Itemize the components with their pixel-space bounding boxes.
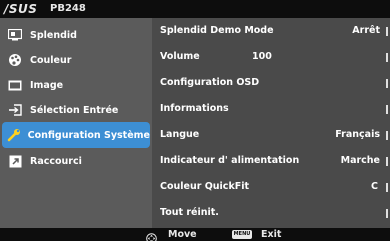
setting-row-tout-reinit[interactable]: Tout réinit. [152,202,390,226]
setting-label: Informations [160,103,229,114]
bottom-bar: Move MENU Exit [0,228,390,241]
move-label: Move [168,229,197,240]
setting-label: Volume [160,51,200,62]
chevron-right-icon [386,209,388,218]
title-bar: /SUS PB248 [0,0,390,18]
sidebar-item-raccourci[interactable]: Raccourci [2,148,150,174]
image-icon [6,76,24,94]
setting-label: Langue [160,129,200,140]
sidebar: Splendid Couleur Image Sélection Entrée [0,18,152,228]
menu-key-icon: MENU [232,230,252,239]
setting-row-couleur-quickfit[interactable]: Couleur QuickFit C [152,176,390,200]
sidebar-item-label: Image [30,79,64,91]
settings-panel: Splendid Demo Mode Arrêt Volume 100 Conf… [152,18,390,228]
setting-row-configuration-osd[interactable]: Configuration OSD [152,72,390,96]
setting-value: C [371,181,378,192]
setting-row-informations[interactable]: Informations [152,98,390,122]
chevron-right-icon [386,131,388,140]
setting-row-indicateur-alimentation[interactable]: Indicateur d' alimentation Marche [152,150,390,174]
setting-row-volume[interactable]: Volume 100 [152,46,390,70]
wrench-icon [6,126,22,144]
setting-row-splendid-demo-mode[interactable]: Splendid Demo Mode Arrêt [152,20,390,44]
setting-label: Configuration OSD [160,77,260,88]
sidebar-item-label: Couleur [30,54,72,66]
asus-logo: /SUS [4,2,38,16]
setting-label: Indicateur d' alimentation [160,155,300,166]
setting-row-langue[interactable]: Langue Français [152,124,390,148]
setting-value: 100 [252,51,272,62]
joystick-icon [146,229,157,241]
sidebar-item-label: Splendid [30,29,77,41]
sidebar-item-couleur[interactable]: Couleur [2,47,150,73]
setting-value: Marche [340,155,380,166]
sidebar-item-label: Raccourci [30,155,82,167]
sidebar-item-selection-entree[interactable]: Sélection Entrée [2,97,150,123]
setting-value: Arrêt [352,25,380,36]
splendid-icon [6,26,24,44]
chevron-right-icon [386,79,388,88]
setting-label: Couleur QuickFit [160,181,250,192]
shortcut-icon [6,152,24,170]
palette-icon [6,51,24,69]
osd-menu: /SUS PB248 Splendid Couleur Image Sélect… [0,0,390,241]
chevron-right-icon [386,105,388,114]
setting-value: Français [335,129,380,140]
chevron-right-icon [386,27,388,36]
exit-label: Exit [261,229,282,240]
chevron-right-icon [386,183,388,192]
sidebar-item-image[interactable]: Image [2,72,150,98]
setting-label: Splendid Demo Mode [160,25,274,36]
chevron-right-icon [386,53,388,62]
sidebar-item-configuration-systeme[interactable]: Configuration Système [2,122,150,148]
input-select-icon [6,101,24,119]
model-name: PB248 [50,3,86,14]
sidebar-item-splendid[interactable]: Splendid [2,22,150,48]
chevron-right-icon [386,157,388,166]
setting-label: Tout réinit. [160,207,219,218]
sidebar-item-label: Sélection Entrée [30,104,119,116]
sidebar-item-label: Configuration Système [27,129,150,141]
